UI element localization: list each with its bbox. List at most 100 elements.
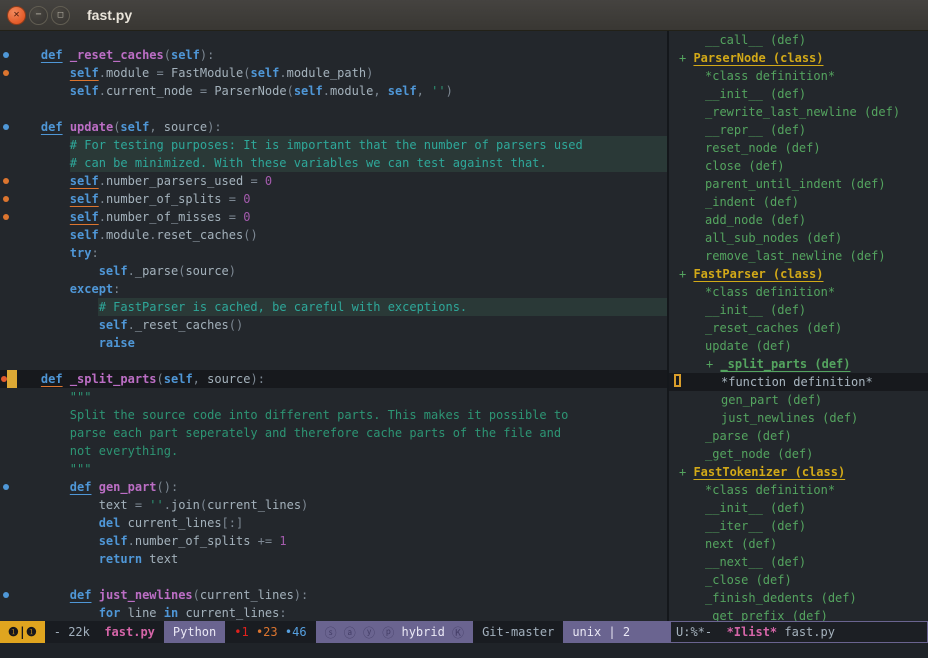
outline-item-label: _finish_dedents (def)	[705, 591, 857, 605]
code-line[interactable]	[0, 568, 667, 586]
window-title: fast.py	[87, 7, 132, 23]
outline-item[interactable]: _get_node (def)	[669, 445, 928, 463]
mode-line: ❶|❶- 22k fast.pyPython•1 •23 •46ⓢ ⓐ ⓨ ⓟ …	[0, 621, 928, 643]
outline-item[interactable]: __call__ (def)	[669, 31, 928, 49]
outline-item[interactable]: _reset_caches (def)	[669, 319, 928, 337]
minimize-button[interactable]: −	[29, 6, 48, 25]
outline-item-label: __init__ (def)	[705, 501, 806, 515]
echo-area[interactable]	[0, 643, 928, 658]
outline-item-label: *class definition*	[705, 483, 835, 497]
outline-item[interactable]: reset_node (def)	[669, 139, 928, 157]
outline-item[interactable]: + FastTokenizer (class)	[669, 463, 928, 481]
inactive-cursor-box-icon	[674, 374, 681, 387]
outline-item[interactable]: __init__ (def)	[669, 85, 928, 103]
code-line[interactable]: self._reset_caches()	[0, 316, 667, 334]
code-line[interactable]: self.number_of_misses = 0	[0, 208, 667, 226]
flycheck-warning-dot-icon	[3, 196, 9, 202]
code-line[interactable]: # For testing purposes: It is important …	[0, 136, 667, 154]
outline-item[interactable]: all_sub_nodes (def)	[669, 229, 928, 247]
code-line[interactable]: Split the source code into different par…	[0, 406, 667, 424]
code-line[interactable]: self.number_of_splits += 1	[0, 532, 667, 550]
close-button[interactable]: ✕	[7, 6, 26, 25]
outline-item-label: close (def)	[705, 159, 784, 173]
outline-item[interactable]: update (def)	[669, 337, 928, 355]
code-line[interactable]: self._parse(source)	[0, 262, 667, 280]
modeline-buffer-name: *Ilist*	[727, 625, 778, 639]
fringe-current-line-bar-icon	[7, 370, 17, 388]
code-line[interactable]: def update(self, source):	[0, 118, 667, 136]
code-line[interactable]	[0, 100, 667, 118]
outline-item[interactable]: _get_prefix (def)	[669, 607, 928, 621]
outline-item-label: add_node (def)	[705, 213, 806, 227]
code-line[interactable]: """	[0, 460, 667, 478]
imenu-list-pane[interactable]: __call__ (def)+ ParserNode (class)*class…	[669, 31, 928, 621]
code-line[interactable]: for line in current_lines:	[0, 604, 667, 621]
outline-item[interactable]: __init__ (def)	[669, 301, 928, 319]
outline-item[interactable]: _parse (def)	[669, 427, 928, 445]
outline-item[interactable]: _finish_dedents (def)	[669, 589, 928, 607]
outline-item[interactable]: *function definition*	[669, 373, 928, 391]
modeline-segment-window-number[interactable]: ❶|❶	[0, 621, 45, 643]
code-line[interactable]: try:	[0, 244, 667, 262]
outline-item[interactable]: __next__ (def)	[669, 553, 928, 571]
editor-area: def _reset_caches(self): self.module = F…	[0, 31, 928, 621]
outline-item[interactable]: _close (def)	[669, 571, 928, 589]
modeline-segment-major-mode[interactable]: Python	[164, 621, 225, 643]
code-line[interactable]: text = ''.join(current_lines)	[0, 496, 667, 514]
code-line[interactable]: self.module = FastModule(self.module_pat…	[0, 64, 667, 82]
expand-plus-icon: +	[679, 51, 693, 65]
modeline-segment-buffer-info[interactable]: - 22k fast.py	[45, 621, 164, 643]
code-editor-pane[interactable]: def _reset_caches(self): self.module = F…	[0, 31, 667, 621]
code-line[interactable]: raise	[0, 334, 667, 352]
flycheck-info-dot-icon	[3, 52, 9, 58]
outline-item[interactable]: parent_until_indent (def)	[669, 175, 928, 193]
outline-item[interactable]: + _split_parts (def)	[669, 355, 928, 373]
outline-item[interactable]: remove_last_newline (def)	[669, 247, 928, 265]
code-line[interactable]: self.module.reset_caches()	[0, 226, 667, 244]
code-line[interactable]: self.number_parsers_used = 0	[0, 172, 667, 190]
modeline-segment-flycheck-counts[interactable]: •1 •23 •46	[225, 621, 315, 643]
outline-item-label: _get_prefix (def)	[705, 609, 828, 621]
outline-item[interactable]: _rewrite_last_newline (def)	[669, 103, 928, 121]
outline-item-label: just_newlines (def)	[721, 411, 858, 425]
maximize-button[interactable]: □	[51, 6, 70, 25]
outline-item[interactable]: *class definition*	[669, 283, 928, 301]
code-line[interactable]: # FastParser is cached, be careful with …	[0, 298, 667, 316]
modeline-segment-encoding[interactable]: unix | 2	[563, 621, 670, 643]
code-line[interactable]: """	[0, 388, 667, 406]
outline-item[interactable]: __repr__ (def)	[669, 121, 928, 139]
code-line[interactable]: def _reset_caches(self):	[0, 46, 667, 64]
outline-item[interactable]: close (def)	[669, 157, 928, 175]
code-line[interactable]: def just_newlines(current_lines):	[0, 586, 667, 604]
code-line[interactable]: self.current_node = ParserNode(self.modu…	[0, 82, 667, 100]
code-line[interactable]: def _split_parts(self, source):	[0, 370, 667, 388]
flycheck-info-dot-icon	[3, 484, 9, 490]
outline-item[interactable]: next (def)	[669, 535, 928, 553]
flycheck-warning-dot-icon	[3, 214, 9, 220]
code-line[interactable]: parse each part seperately and therefore…	[0, 424, 667, 442]
outline-item[interactable]: just_newlines (def)	[669, 409, 928, 427]
mode-line-right-window[interactable]: U:%*- *Ilist* fast.py	[670, 621, 928, 643]
outline-item[interactable]: gen_part (def)	[669, 391, 928, 409]
outline-item[interactable]: *class definition*	[669, 67, 928, 85]
code-line[interactable]: return text	[0, 550, 667, 568]
code-line[interactable]: del current_lines[:]	[0, 514, 667, 532]
outline-item-label: reset_node (def)	[705, 141, 821, 155]
outline-item[interactable]: *class definition*	[669, 481, 928, 499]
code-line[interactable]: self.number_of_splits = 0	[0, 190, 667, 208]
outline-item-label: _parse (def)	[705, 429, 792, 443]
code-line[interactable]	[0, 352, 667, 370]
modeline-segment-minor-modes[interactable]: ⓢ ⓐ ⓨ ⓟ hybrid Ⓚ	[316, 621, 474, 643]
code-line[interactable]: except:	[0, 280, 667, 298]
outline-item[interactable]: __init__ (def)	[669, 499, 928, 517]
outline-item[interactable]: __iter__ (def)	[669, 517, 928, 535]
code-line[interactable]: not everything.	[0, 442, 667, 460]
flycheck-warning-dot-icon	[3, 70, 9, 76]
outline-item[interactable]: add_node (def)	[669, 211, 928, 229]
outline-item[interactable]: + FastParser (class)	[669, 265, 928, 283]
outline-item[interactable]: _indent (def)	[669, 193, 928, 211]
code-line[interactable]: def gen_part():	[0, 478, 667, 496]
code-line[interactable]: # can be minimized. With these variables…	[0, 154, 667, 172]
modeline-segment-version-control[interactable]: Git-master	[473, 621, 563, 643]
outline-item[interactable]: + ParserNode (class)	[669, 49, 928, 67]
